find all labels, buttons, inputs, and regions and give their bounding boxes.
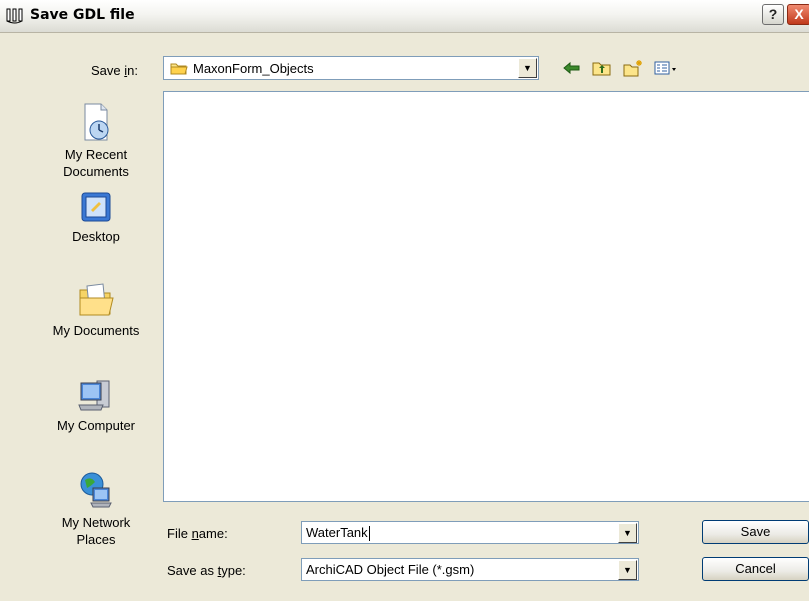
file-name-input[interactable]: WaterTank ▼ (301, 521, 639, 544)
chevron-down-icon[interactable]: ▼ (618, 523, 637, 543)
save-as-type-dropdown[interactable]: ArchiCAD Object File (*.gsm) ▼ (301, 558, 639, 581)
file-name-label: File name: (167, 526, 228, 541)
close-button[interactable]: X (787, 4, 809, 25)
save-as-type-label: Save as type: (167, 563, 246, 578)
save-button[interactable]: Save (702, 520, 809, 544)
file-list[interactable] (163, 91, 809, 502)
new-folder-icon[interactable] (622, 58, 644, 78)
file-name-value: WaterTank (306, 525, 370, 542)
desktop-icon (81, 192, 111, 222)
window-title: Save GDL file (30, 7, 135, 23)
chevron-down-icon[interactable]: ▼ (618, 560, 637, 580)
back-icon[interactable] (561, 58, 583, 78)
save-in-value: MaxonForm_Objects (193, 61, 314, 76)
my-documents-icon (79, 283, 114, 316)
place-desktop[interactable]: Desktop (40, 190, 152, 245)
gdl-file-icon (6, 8, 23, 24)
place-my-network-places[interactable]: My Network Places (40, 470, 152, 548)
up-folder-icon[interactable] (591, 58, 613, 78)
my-computer-icon (78, 380, 110, 411)
place-my-documents[interactable]: My Documents (40, 280, 152, 339)
chevron-down-icon[interactable]: ▼ (518, 58, 537, 78)
view-menu-icon[interactable] (653, 58, 679, 78)
recent-documents-icon (84, 103, 109, 141)
cancel-button[interactable]: Cancel (702, 557, 809, 581)
save-in-dropdown[interactable]: MaxonForm_Objects ▼ (163, 56, 539, 80)
folder-icon (170, 63, 188, 75)
title-bar[interactable]: Save GDL file ? X (0, 0, 809, 33)
place-my-recent-documents[interactable]: My Recent Documents (40, 100, 152, 180)
place-my-computer[interactable]: My Computer (40, 375, 152, 434)
places-bar: My Recent Documents Desktop My Documents … (40, 100, 152, 575)
help-button[interactable]: ? (762, 4, 784, 25)
save-in-label: Save in: (91, 63, 138, 78)
network-places-icon (80, 472, 112, 508)
save-as-type-value: ArchiCAD Object File (*.gsm) (306, 562, 475, 577)
